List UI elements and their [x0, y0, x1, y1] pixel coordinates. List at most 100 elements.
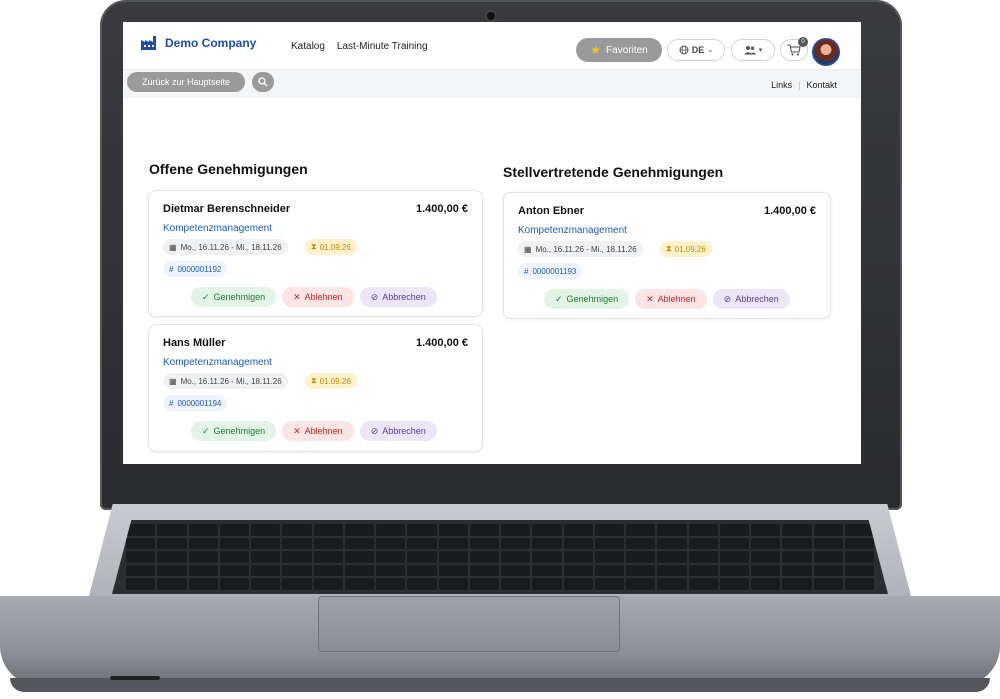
- deadline-tag: ⧗ 01.09.26: [305, 373, 357, 389]
- requester-name: Hans Müller: [163, 337, 226, 349]
- keyboard-key: [157, 537, 187, 550]
- approve-label: Genehmigen: [566, 294, 619, 304]
- globe-icon: [679, 45, 689, 55]
- calendar-icon: ▦: [169, 376, 177, 386]
- keyboard-key: [813, 578, 843, 590]
- links-link[interactable]: Links: [771, 80, 792, 90]
- keyboard-key: [376, 524, 406, 536]
- deputy-approval-card: Anton Ebner 1.400,00 € Kompetenzmanageme…: [503, 192, 831, 319]
- keyboard-key: [188, 537, 218, 550]
- approve-label: Genehmigen: [213, 426, 266, 436]
- user-menu-button[interactable]: ▾: [731, 39, 775, 61]
- keyboard-key: [844, 524, 874, 536]
- keyboard-key: [626, 551, 656, 563]
- hash-icon: #: [524, 266, 529, 276]
- approve-button[interactable]: ✓ Genehmigen: [191, 421, 277, 441]
- booking-id: 0000001193: [532, 266, 577, 276]
- reject-button[interactable]: ✕ Ablehnen: [635, 289, 707, 309]
- brand-name: Demo Company: [165, 36, 257, 50]
- keyboard-key: [126, 578, 156, 590]
- keyboard-key: [126, 524, 156, 536]
- nav-item-last-minute-training[interactable]: Last-Minute Training: [337, 41, 428, 52]
- keyboard-key: [751, 578, 781, 590]
- language-code: DE: [691, 45, 705, 55]
- keyboard-key: [751, 537, 781, 550]
- keyboard-key: [594, 551, 624, 563]
- search-icon: [258, 77, 268, 87]
- keyboard-key: [563, 564, 593, 577]
- open-approvals-title: Offene Genehmigungen: [149, 161, 308, 177]
- keyboard-key: [344, 524, 374, 536]
- keyboard-key: [719, 537, 749, 550]
- cancel-label: Abbrechen: [382, 292, 426, 302]
- keyboard-key: [594, 537, 624, 550]
- keyboard-key: [563, 551, 593, 563]
- deadline: 01.09.26: [674, 244, 706, 254]
- keyboard-key: [782, 524, 812, 536]
- favorites-label: Favoriten: [606, 44, 648, 56]
- avatar[interactable]: [812, 38, 840, 66]
- amount: 1.400,00 €: [764, 205, 816, 217]
- booking-id-tag: # 0000001192: [163, 261, 228, 277]
- screen: Demo Company Katalog Last-Minute Trainin…: [123, 22, 861, 464]
- keyboard-key: [594, 564, 624, 577]
- reject-button[interactable]: ✕ Ablehnen: [282, 421, 354, 441]
- reject-label: Ablehnen: [304, 426, 343, 436]
- approve-button[interactable]: ✓ Genehmigen: [544, 289, 630, 309]
- date-range-tag: ▦ Mo., 16.11.26 - Mi., 18.11.26: [163, 239, 288, 255]
- keyboard-key: [469, 564, 499, 577]
- ban-icon: ⊘: [370, 291, 379, 302]
- cancel-button[interactable]: ⊘ Abbrechen: [359, 287, 437, 307]
- favorites-button[interactable]: ★ Favoriten: [576, 38, 662, 62]
- keyboard-key: [376, 578, 406, 590]
- keyboard-key: [438, 537, 468, 550]
- laptop-base: [0, 500, 1000, 699]
- back-to-home-button[interactable]: Zurück zur Hauptseite: [127, 72, 245, 92]
- nav-item-katalog[interactable]: Katalog: [291, 41, 325, 52]
- keyboard-key: [438, 551, 468, 563]
- keyboard-key: [782, 564, 812, 577]
- booking-id-tag: # 0000001193: [518, 263, 583, 279]
- users-icon: [744, 46, 756, 55]
- requester-name: Dietmar Berenschneider: [163, 203, 291, 215]
- trackpad: [318, 596, 620, 652]
- keyboard-key: [719, 551, 749, 563]
- keyboard-key: [813, 537, 843, 550]
- keyboard-key: [438, 578, 468, 590]
- hourglass-icon: ⧗: [311, 376, 317, 385]
- keyboard-key: [251, 551, 281, 563]
- keyboard-key: [844, 564, 874, 577]
- factory-icon: [141, 36, 156, 50]
- reject-button[interactable]: ✕ Ablehnen: [282, 287, 354, 307]
- hash-icon: #: [169, 398, 174, 408]
- date-range-tag: ▦ Mo., 16.11.26 - Mi., 18.11.26: [163, 373, 288, 389]
- keyboard-key: [844, 578, 874, 590]
- cancel-label: Abbrechen: [382, 426, 426, 436]
- brand[interactable]: Demo Company: [141, 36, 256, 50]
- approve-button[interactable]: ✓ Genehmigen: [191, 287, 277, 307]
- category-link[interactable]: Kompetenzmanagement: [163, 223, 272, 234]
- keyboard-key: [188, 564, 218, 577]
- check-icon: ✓: [555, 293, 563, 304]
- date-range: Mo., 16.11.26 - Mi., 18.11.26: [180, 376, 282, 386]
- approve-label: Genehmigen: [213, 292, 266, 302]
- category-link[interactable]: Kompetenzmanagement: [163, 357, 272, 368]
- keyboard-key: [313, 564, 343, 577]
- keyboard-key: [813, 551, 843, 563]
- language-selector[interactable]: DE ⌄: [667, 39, 725, 61]
- category-link[interactable]: Kompetenzmanagement: [518, 225, 627, 236]
- keyboard-key: [688, 524, 718, 536]
- keyboard-key: [501, 524, 531, 536]
- keyboard-key: [813, 564, 843, 577]
- cancel-button[interactable]: ⊘ Abbrechen: [359, 421, 437, 441]
- contact-link[interactable]: Kontakt: [806, 80, 837, 90]
- keyboard-key: [188, 578, 218, 590]
- x-icon: ✕: [293, 425, 301, 436]
- keyboard-key: [719, 578, 749, 590]
- date-range-tag: ▦ Mo., 16.11.26 - Mi., 18.11.26: [518, 241, 643, 257]
- cancel-button[interactable]: ⊘ Abbrechen: [712, 289, 790, 309]
- keyboard-key: [344, 578, 374, 590]
- search-button[interactable]: [252, 72, 274, 92]
- keyboard-key: [251, 537, 281, 550]
- keyboard-key: [219, 578, 249, 590]
